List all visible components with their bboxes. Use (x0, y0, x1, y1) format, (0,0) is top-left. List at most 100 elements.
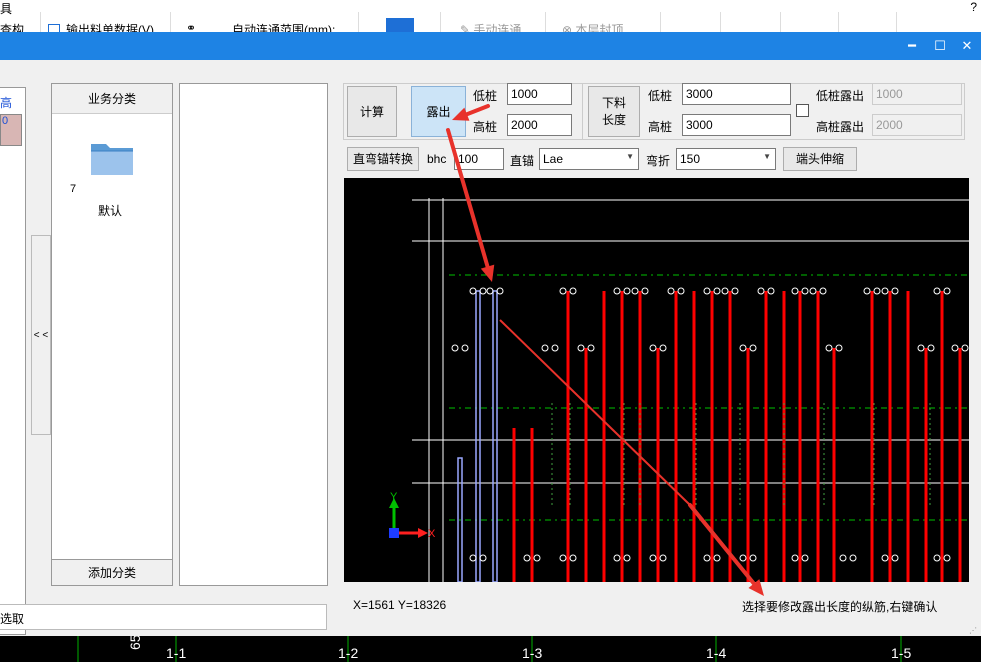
lower-length-button[interactable]: 下料长度 (588, 86, 640, 137)
rebar-marker (801, 554, 809, 562)
maximize-icon[interactable]: ☐ (926, 32, 954, 60)
rebar-marker (839, 554, 847, 562)
rebar-marker (891, 287, 899, 295)
rebar-marker (863, 287, 871, 295)
help-icon[interactable]: ? (970, 0, 977, 14)
high-expose-input[interactable]: 2000 (872, 114, 962, 136)
axis-label: 1-2 (338, 645, 358, 661)
ucs-origin-icon (389, 528, 399, 538)
toolbar-separator (896, 12, 897, 32)
toolbar-separator (170, 12, 171, 32)
item-list-panel[interactable] (179, 83, 328, 586)
high-pile-label: 高桩 (473, 120, 498, 134)
selected-rebar (492, 290, 498, 582)
rebar-marker (659, 554, 667, 562)
toolbar-separator (720, 12, 721, 32)
rebar-marker (703, 287, 711, 295)
rebar-marker (533, 554, 541, 562)
end-stretch-button[interactable]: 端头伸缩 (783, 147, 857, 171)
toolbar-separator (838, 12, 839, 32)
cad-canvas[interactable]: YX (344, 178, 969, 582)
expose-button[interactable]: 露出 (411, 86, 466, 137)
rebar-marker (927, 344, 935, 352)
dialog-title-bar[interactable] (0, 32, 981, 60)
rebar-marker (881, 287, 889, 295)
x-axis-arrow (418, 528, 428, 538)
rebar-marker (825, 344, 833, 352)
rebar-marker (873, 287, 881, 295)
rebar-marker (713, 554, 721, 562)
toolbar-separator (440, 12, 441, 32)
camera-icon[interactable] (386, 18, 414, 32)
add-category-button[interactable]: 添加分类 (52, 559, 172, 585)
rebar-marker (559, 287, 567, 295)
group-divider (582, 83, 584, 140)
rebar-marker (739, 554, 747, 562)
bend-select[interactable]: 150 ▼ (676, 148, 776, 170)
high-pile-input[interactable]: 2000 (507, 114, 572, 136)
category-panel: 业务分类 7 默认 添加分类 (51, 83, 173, 586)
calc-button[interactable]: 计算 (347, 86, 397, 137)
axis-label: 1-5 (891, 645, 911, 661)
rebar-marker (943, 287, 951, 295)
close-icon[interactable]: ✕ (953, 32, 981, 60)
rebar-marker (551, 344, 559, 352)
selected-rebar (475, 290, 481, 582)
anchor-convert-button[interactable]: 直弯锚转换 (347, 147, 419, 171)
bhc-label: bhc (427, 152, 447, 166)
rebar-marker (623, 554, 631, 562)
y-axis-label: Y (390, 491, 398, 503)
rebar-marker (933, 287, 941, 295)
collapse-toggle[interactable]: < < (31, 235, 51, 435)
rebar-marker (587, 344, 595, 352)
folder-icon[interactable] (90, 140, 134, 176)
rebar-marker (659, 344, 667, 352)
low-expose-input[interactable]: 1000 (872, 83, 962, 105)
lower-low-label: 低桩 (648, 89, 673, 103)
expose-enable-checkbox[interactable] (796, 104, 809, 117)
rebar-marker (479, 554, 487, 562)
rebar-marker (891, 554, 899, 562)
high-expose-label: 高桩露出 (816, 120, 865, 134)
menu-title: 具 (0, 2, 13, 16)
rebar-marker (569, 287, 577, 295)
rebar-marker (951, 344, 959, 352)
toolbar-separator (40, 12, 41, 32)
toolbar-separator (780, 12, 781, 32)
background-cad-strip: 1-1 1-2 1-3 1-4 1-5 65 (0, 636, 981, 662)
low-pile-label: 低桩 (473, 89, 498, 103)
lower-high-input[interactable]: 3000 (682, 114, 791, 136)
rebar-marker (649, 344, 657, 352)
rebar-marker (523, 554, 531, 562)
rebar-marker (486, 287, 494, 295)
left-table-cell[interactable]: 0 (0, 114, 22, 146)
rebar-marker (677, 287, 685, 295)
left-table-header: 高 (0, 96, 13, 110)
minimize-icon[interactable]: ━ (898, 32, 926, 60)
instruction-hint: 选择要修改露出长度的纵筋,右键确认 (742, 600, 938, 614)
low-pile-input[interactable]: 1000 (507, 83, 572, 105)
bhc-input[interactable]: 100 (454, 148, 504, 170)
rebar-marker (757, 287, 765, 295)
rebar-marker (631, 287, 639, 295)
rebar-marker (819, 287, 827, 295)
category-name[interactable]: 默认 (98, 202, 122, 219)
toolbar-separator (545, 12, 546, 32)
rebar-marker (881, 554, 889, 562)
rebar-marker (461, 344, 469, 352)
lower-low-input[interactable]: 3000 (682, 83, 791, 105)
rebar-marker (749, 554, 757, 562)
status-field: 选取 (0, 604, 327, 630)
rebar-drawing[interactable]: YX (344, 178, 969, 582)
axis-label: 1-1 (166, 645, 186, 661)
rebar-marker (791, 287, 799, 295)
resize-grip-icon[interactable]: ⋰ (969, 626, 977, 635)
straight-anchor-select[interactable]: Lae ▼ (539, 148, 639, 170)
bend-label: 弯折 (646, 154, 671, 168)
rebar-marker (721, 287, 729, 295)
rebar-marker (451, 344, 459, 352)
rebar-marker (541, 344, 549, 352)
lower-high-label: 高桩 (648, 120, 673, 134)
rebar-marker (667, 287, 675, 295)
rebar-marker (496, 287, 504, 295)
